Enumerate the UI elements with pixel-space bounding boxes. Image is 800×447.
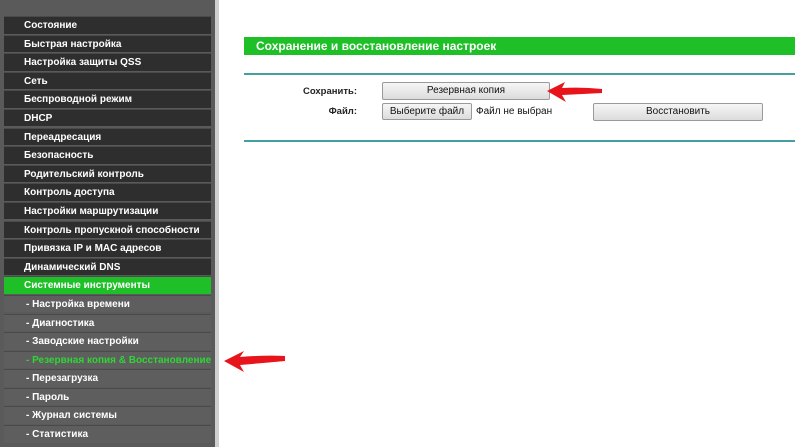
divider-top [244,73,795,75]
sidebar-item-11[interactable]: Контроль пропускной способности [4,220,211,239]
save-label: Сохранить: [302,86,357,97]
sidebar-item-2[interactable]: Настройка защиты QSS [4,53,211,71]
sidebar-item-17[interactable]: - Заводские настройки [4,332,211,350]
sidebar-item-18[interactable]: - Резервная копия & Восстановление [4,350,211,369]
choose-file-button[interactable]: Выберите файл [382,103,472,120]
section-title: Сохранение и восстановление настроек [244,37,795,55]
file-label: Файл: [328,106,357,117]
sidebar-item-10[interactable]: Настройки маршрутизации [4,201,211,220]
router-web-ui: Состояние Быстрая настройка Настройка защи… [0,0,800,447]
sidebar-item-19[interactable]: - Перезагрузка [4,369,211,387]
sidebar-item-13[interactable]: Динамический DNS [4,257,211,276]
sidebar-item-1[interactable]: Быстрая настройка [4,34,211,53]
sidebar-item-16[interactable]: - Диагностика [4,313,211,331]
sidebar-menu-list: Состояние Быстрая настройка Настройка защи… [0,16,215,443]
sidebar-item-3[interactable]: Сеть [4,71,211,90]
sidebar-item-21[interactable]: - Журнал системы [4,406,211,424]
restore-button[interactable]: Восстановить [593,103,763,121]
sidebar-item-14[interactable]: Системные инструменты [4,276,211,294]
no-file-selected-text: Файл не выбран [476,106,553,117]
backup-button[interactable]: Резервная копия [382,82,550,100]
red-arrow-left-icon [547,82,602,102]
red-arrow-left-icon [224,351,285,372]
sidebar-item-6[interactable]: Переадресация [4,127,211,146]
sidebar-item-20[interactable]: - Пароль [4,387,211,406]
divider-bottom [244,140,795,142]
sidebar-item-15[interactable]: - Настройка времени [4,294,211,313]
sidebar-item-7[interactable]: Безопасность [4,146,211,164]
sidebar-item-5[interactable]: DHCP [4,108,211,127]
sidebar-item-8[interactable]: Родительский контроль [4,164,211,183]
main-content: Сохранение и восстановление настроек Сох… [219,0,800,447]
sidebar-item-9[interactable]: Контроль доступа [4,183,211,201]
sidebar-menu: Состояние Быстрая настройка Настройка защи… [0,0,219,447]
sidebar-item-4[interactable]: Беспроводной режим [4,90,211,108]
sidebar-item-12[interactable]: Привязка IP и MAC адресов [4,239,211,257]
sidebar-item-22[interactable]: - Статистика [4,425,211,443]
sidebar-item-0[interactable]: Состояние [4,16,211,34]
